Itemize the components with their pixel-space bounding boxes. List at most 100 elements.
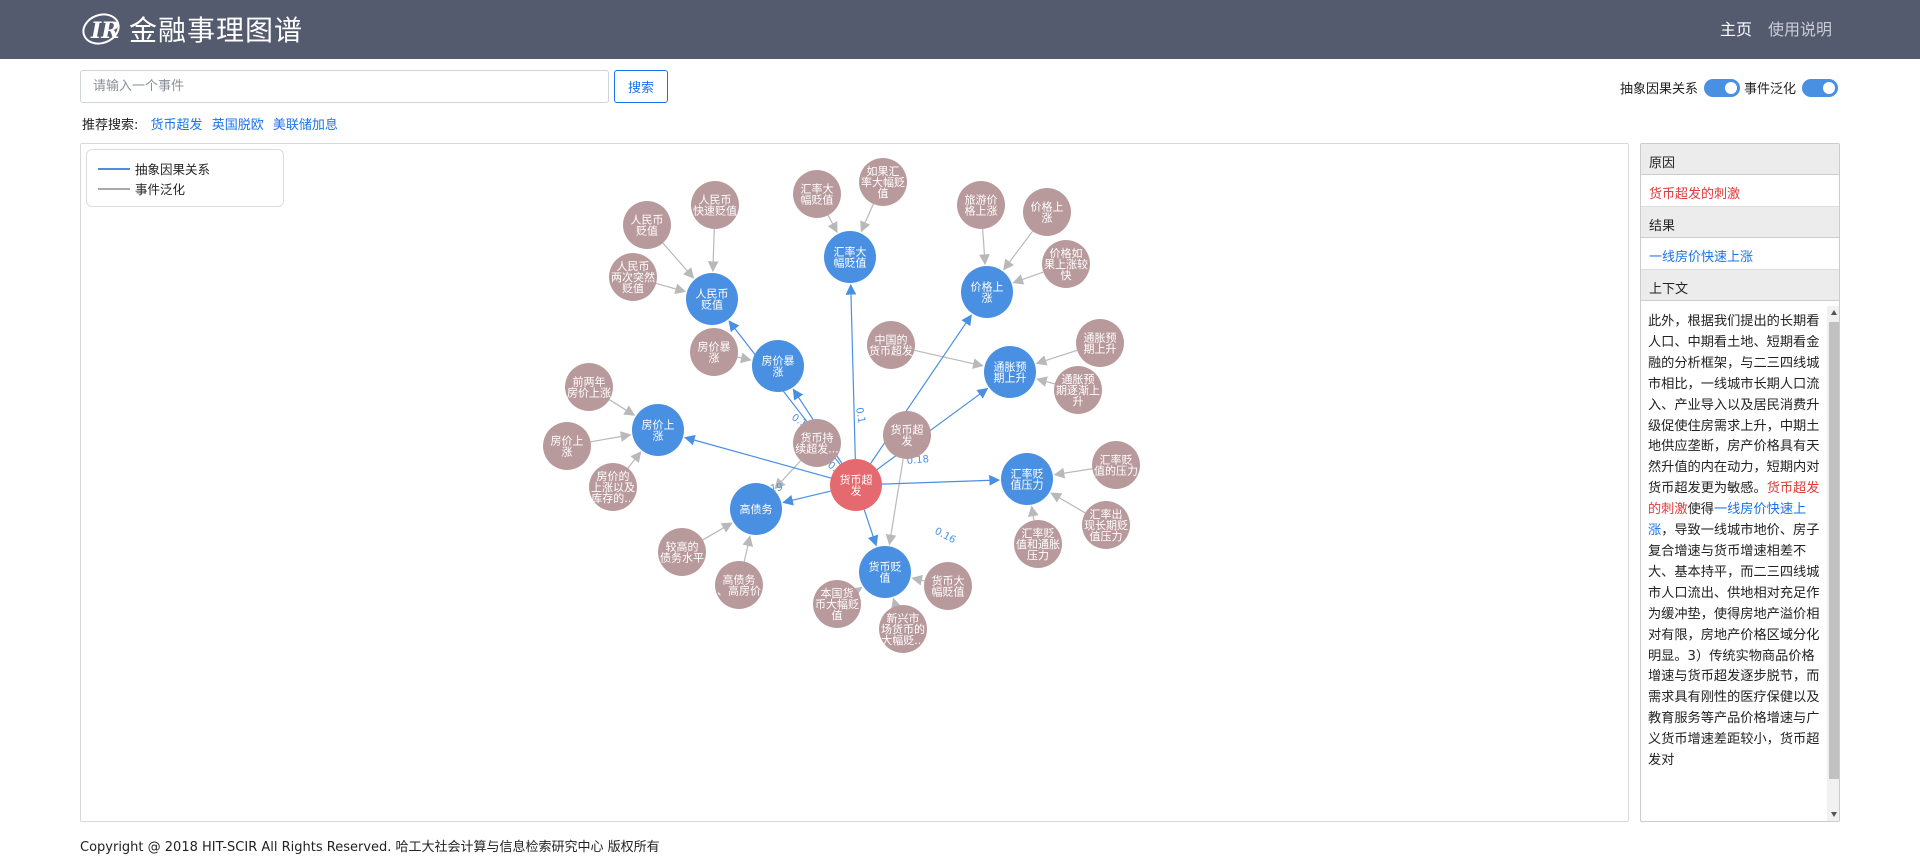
generalized-event-node[interactable]: 旅游价格上涨	[957, 181, 1005, 229]
generalized-event-node[interactable]: 价格如果上涨较快	[1042, 240, 1090, 288]
toggle-abstract-causal-label: 抽象因果关系	[1619, 82, 1698, 97]
generalized-event-node[interactable]: 汇率出现长期贬值压力	[1082, 501, 1130, 549]
generalize-edge	[707, 228, 719, 273]
generalized-event-node[interactable]: 货币超发	[883, 411, 931, 459]
generalized-event-node[interactable]: 本国货币大幅贬值	[813, 580, 861, 628]
abstract-event-node-label: 幅贬值	[834, 257, 867, 270]
generalized-event-node[interactable]: 货币持续超发...	[793, 419, 841, 467]
brand[interactable]: IR 金融事理图谱	[81, 10, 303, 48]
generalized-event-node-label: 、高房价	[717, 584, 761, 598]
abstract-event-node-label: 涨	[773, 366, 784, 379]
navbar: IR 金融事理图谱 主页 使用说明	[0, 0, 1920, 59]
generalized-event-node[interactable]: 通胀预期逐渐上升	[1054, 366, 1102, 414]
effect-header: 结果	[1641, 207, 1839, 238]
context-box[interactable]: 此外，根据我们提出的长期看人口、中期看土地、短期看金融的分析框架，与二三四线城市…	[1641, 306, 1839, 821]
generalize-edge	[590, 431, 632, 443]
abstract-event-node[interactable]: 人民币贬值	[686, 273, 738, 325]
cause-value: 货币超发的刺激	[1641, 175, 1839, 207]
generalized-event-node[interactable]: 汇率大幅贬值	[793, 170, 841, 218]
generalize-edge	[662, 242, 695, 279]
abstract-event-node[interactable]: 通胀预期上升	[984, 346, 1036, 398]
abstract-event-node[interactable]: 房价暴涨	[752, 340, 804, 392]
legend-label: 事件泛化	[135, 182, 186, 197]
abstract-event-node-label: 贬值	[701, 299, 723, 312]
recommend-tag[interactable]: 英国脱欧	[212, 118, 264, 133]
recommend-tag[interactable]: 美联储加息	[273, 118, 338, 133]
abstract-event-node[interactable]: 汇率贬值压力	[1001, 453, 1053, 505]
center-event-node-label: 发	[851, 484, 862, 498]
switch-knob	[1724, 81, 1737, 94]
abstract-event-node[interactable]: 高债务	[730, 483, 782, 535]
search-button[interactable]: 搜索	[614, 70, 668, 103]
abstract-event-node[interactable]: 价格上涨	[961, 266, 1013, 318]
legend-gray-line	[98, 187, 130, 190]
generalized-event-node[interactable]: 前两年房价上涨	[565, 363, 613, 411]
legend-item: 抽象因果关系	[98, 159, 210, 178]
generalize-edge	[911, 574, 925, 586]
nav-help-link[interactable]: 使用说明	[1768, 16, 1832, 40]
generalized-event-node[interactable]: 人民币快速贬值	[691, 181, 739, 229]
generalized-event-node[interactable]: 高债务、高房价	[715, 561, 763, 609]
search-input[interactable]	[80, 70, 609, 103]
generalized-event-node[interactable]: 房价暴涨	[690, 328, 738, 376]
context-scrollbar[interactable]	[1827, 306, 1839, 821]
generalized-event-node[interactable]: 货币大幅贬值	[924, 562, 972, 610]
generalized-event-node-label: 幅贬值	[801, 194, 834, 207]
toggle-group: 抽象因果关系 事件泛化	[1618, 78, 1840, 97]
generalized-event-node-label: 值压力	[1090, 530, 1123, 543]
abstract-event-node[interactable]: 汇率大幅贬值	[824, 231, 876, 283]
abstract-event-node[interactable]: 货币贬值	[859, 546, 911, 598]
generalized-event-node[interactable]: 人民币两次突然贬值	[609, 253, 657, 301]
context-before: 此外，根据我们提出的长期看人口、中期看土地、短期看金融的分析框架，与二三四线城市…	[1648, 314, 1820, 497]
generalized-event-node[interactable]: 较高的债务水平	[658, 528, 706, 576]
generalized-event-node-label: 房价上涨	[567, 387, 611, 400]
event-graph[interactable]: 0.140.10.180.190.160.150.1 人民币快速贬值人民币贬值人…	[81, 144, 1629, 822]
generalize-edge	[1003, 230, 1034, 271]
generalized-event-node-label: 货币超发	[869, 344, 913, 358]
scroll-up-icon[interactable]	[1831, 310, 1837, 315]
generalize-edge	[979, 228, 990, 266]
toggle-event-generalize-label: 事件泛化	[1743, 82, 1796, 97]
legend-label: 抽象因果关系	[135, 162, 211, 177]
center-event-node[interactable]: 货币超发	[830, 459, 882, 511]
toggle-event-generalize-switch[interactable]	[1802, 78, 1838, 97]
context-header: 上下文	[1641, 270, 1839, 301]
abstract-event-node[interactable]: 房价上涨	[632, 404, 684, 456]
generalized-event-node-label: 快	[1061, 269, 1072, 282]
generalize-edge	[742, 535, 754, 562]
generalized-event-node[interactable]: 人民币贬值	[623, 201, 671, 249]
generalized-event-node[interactable]: 通胀预期上升	[1076, 319, 1124, 367]
legend-blue-line	[98, 167, 130, 170]
legend-item: 事件泛化	[98, 179, 185, 198]
generalize-edge	[860, 203, 874, 233]
generalize-edge	[1053, 467, 1093, 479]
generalize-edge	[1012, 271, 1044, 285]
recommend-tag[interactable]: 货币超发	[151, 118, 203, 133]
app-title: 金融事理图谱	[129, 14, 304, 47]
edge-weight-label: 0.1	[853, 407, 867, 425]
generalized-event-node-label: 贬值	[622, 282, 644, 295]
generalized-event-node[interactable]: 中国的货币超发	[867, 321, 915, 369]
footer-copyright: Copyright @ 2018 HIT-SCIR All Rights Res…	[80, 840, 660, 855]
generalized-event-node[interactable]: 如果汇率大幅贬值	[859, 158, 907, 206]
generalized-event-node[interactable]: 汇率贬值的压力	[1092, 441, 1140, 489]
generalized-event-node-label: 值	[832, 609, 843, 622]
graph-panel[interactable]: 0.140.10.180.190.160.150.1 人民币快速贬值人民币贬值人…	[80, 143, 1629, 822]
generalized-event-node[interactable]: 汇率贬值和通胀压力	[1014, 520, 1062, 568]
generalize-edge	[891, 597, 902, 610]
generalize-edge	[885, 458, 904, 546]
causal-edge	[782, 490, 831, 506]
abstract-event-node-label: 涨	[982, 292, 993, 305]
generalize-edge	[1035, 349, 1078, 366]
scrollbar-thumb[interactable]	[1829, 322, 1839, 779]
toggle-abstract-causal-switch[interactable]	[1703, 78, 1740, 97]
generalized-event-node[interactable]: 房价的上涨以及库存的...	[589, 463, 637, 511]
generalize-edge	[737, 352, 752, 364]
nav-home-link[interactable]: 主页	[1720, 16, 1752, 40]
generalized-event-node[interactable]: 价格上涨	[1023, 188, 1071, 236]
effect-value: 一线房价快速上涨	[1641, 238, 1839, 270]
scroll-down-icon[interactable]	[1831, 812, 1837, 817]
generalize-edge	[1027, 505, 1039, 521]
generalized-event-node[interactable]: 新兴市场货币的大幅贬...	[879, 605, 927, 653]
generalized-event-node[interactable]: 房价上涨	[543, 422, 591, 470]
